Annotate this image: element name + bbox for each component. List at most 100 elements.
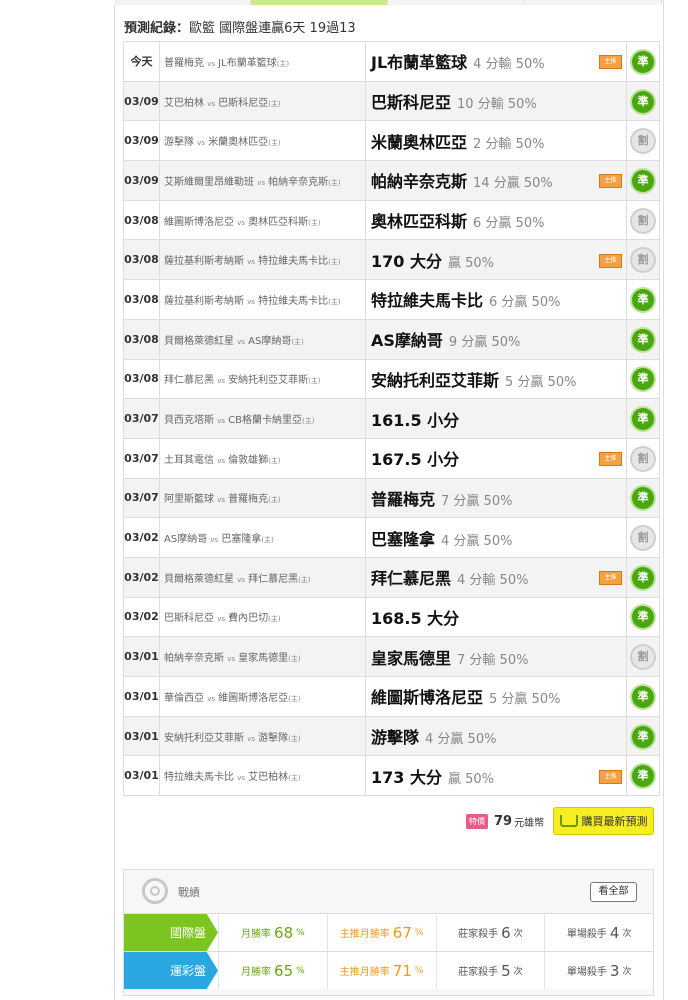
- record-result: 準: [626, 398, 660, 439]
- pick-name: JL布蘭革籃球: [371, 53, 468, 73]
- record-header: 預測紀錄：歐籃 國際盤連贏6天 19過13: [124, 17, 356, 36]
- stat-month-rate: 月勝率 68%: [218, 914, 327, 951]
- home-team: 巴斯科尼亞: [218, 97, 269, 109]
- table-row: 03/07 土耳其電信 vs 倫敦雄獅(主) 167.5 小分 主推割: [123, 437, 660, 479]
- stat-label: 主推月勝率: [339, 929, 390, 940]
- home-team: CB格蘭卡納里亞: [228, 415, 303, 427]
- home-mark: (主): [288, 774, 301, 783]
- record-result: 準: [626, 41, 660, 82]
- win-badge-icon: 準: [632, 685, 654, 708]
- pick-detail: 9 分贏 50%: [448, 335, 521, 351]
- pick-detail: 7 分輸 50%: [457, 652, 529, 668]
- record-match[interactable]: 普羅梅克 vs JL布蘭革籃球(主): [159, 41, 366, 82]
- record-pick: 173 大分贏 50% 主推: [365, 755, 627, 797]
- table-row: 03/07 貝西克塔斯 vs CB格蘭卡納里亞(主) 161.5 小分準: [123, 398, 660, 439]
- record-pick: 168.5 大分: [365, 596, 627, 638]
- record-pick: 巴塞隆拿 4 分贏 50%: [365, 517, 627, 558]
- away-team: 薩拉基利斯考納斯: [164, 256, 244, 268]
- record-result: 準: [626, 279, 660, 320]
- record-match[interactable]: 拜仁慕尼黑 vs 安納托利亞艾菲斯(主): [159, 358, 366, 400]
- record-match[interactable]: 貝爾格萊德紅星 vs AS摩納哥(主): [159, 318, 366, 360]
- see-all-button[interactable]: 看全部: [590, 882, 637, 902]
- record-pick: 米蘭奧林匹亞 2 分輸 50%: [365, 120, 627, 162]
- push-badge-icon: 割: [632, 249, 654, 272]
- record-date: 03/02: [123, 556, 160, 598]
- push-badge-icon: 割: [632, 447, 654, 470]
- table-row: 03/01 華倫西亞 vs 維圖斯博洛尼亞(主) 維圖斯博洛尼亞 5 分贏 50% 準: [123, 676, 660, 717]
- record-match[interactable]: 維圖斯博洛尼亞 vs 奧林匹亞科斯(主): [159, 199, 366, 241]
- record-header-summary: 歐籃 國際盤連贏6天 19過13: [189, 21, 356, 36]
- record-match[interactable]: 阿里斯籃球 vs 普羅梅克(主): [159, 477, 366, 519]
- vs-label: vs: [207, 99, 215, 108]
- record-result: 準: [626, 318, 660, 360]
- record-match[interactable]: 巴斯科尼亞 vs 費內巴切(主): [159, 596, 366, 638]
- record-match[interactable]: 帕納辛奈克斯 vs 皇家馬德里(主): [159, 636, 366, 677]
- record-pick: 安納托利亞艾菲斯 5 分贏 50%: [365, 358, 627, 400]
- record-pick: 奧林匹亞科斯 6 分贏 50%: [365, 199, 627, 241]
- pick-detail: 4 分輸 50%: [473, 57, 545, 73]
- record-match[interactable]: AS摩納哥 vs 巴塞隆拿(主): [159, 517, 366, 558]
- away-team: 拜仁慕尼黑: [164, 375, 214, 387]
- home-team: 費內巴切: [228, 613, 269, 625]
- stats-panel: 戰績 看全部 國際盤 月勝率 68% 主推月勝率 67% 莊家殺手 6 次單場殺手 4 次運彩盤月…: [123, 869, 654, 996]
- stat-unit: %: [414, 965, 424, 976]
- win-badge-icon: 準: [632, 408, 654, 431]
- home-team: 皇家馬德里: [238, 653, 289, 665]
- home-team: 游擊隊: [258, 732, 289, 744]
- stats-row-label: 運彩盤: [124, 952, 218, 989]
- top-tab[interactable]: [114, 0, 251, 5]
- record-match[interactable]: 貝爾格萊德紅星 vs 拜仁慕尼黑(主): [159, 556, 366, 598]
- buy-latest-prediction-button[interactable]: 購買最新預測: [553, 807, 654, 835]
- record-pick: 帕納辛奈克斯 14 分贏 50% 主推: [365, 160, 627, 201]
- home-mark: (主): [268, 139, 281, 148]
- record-pick: 170 大分贏 50% 主推: [365, 239, 627, 281]
- table-row: 今天 普羅梅克 vs JL布蘭革籃球(主) JL布蘭革籃球 4 分輸 50% 主推準: [123, 41, 660, 82]
- top-tab-active[interactable]: [251, 0, 388, 5]
- stat-single-kill: 單場殺手 3 次: [544, 952, 653, 989]
- record-pick: 皇家馬德里 7 分輸 50%: [365, 636, 627, 677]
- record-match[interactable]: 薩拉基利斯考納斯 vs 特拉維夫馬卡比(主): [159, 279, 366, 320]
- record-match[interactable]: 艾斯維爾里昂維勒班 vs 帕納辛奈克斯(主): [159, 160, 366, 201]
- pick-name: 游擊隊: [371, 728, 420, 748]
- pick-detail: 14 分贏 50%: [473, 176, 553, 192]
- record-match[interactable]: 艾巴柏林 vs 巴斯科尼亞(主): [159, 80, 366, 122]
- home-mark: (主): [276, 59, 290, 68]
- vs-label: vs: [217, 496, 225, 505]
- record-match[interactable]: 土耳其電信 vs 倫敦雄獅(主): [159, 437, 366, 479]
- main-pick-tag-icon: 主推: [599, 174, 622, 189]
- record-result: 割: [626, 239, 660, 281]
- pick-name: 米蘭奧林匹亞: [371, 132, 468, 152]
- pick-name: 安納托利亞艾菲斯: [371, 370, 500, 390]
- record-result: 割: [626, 437, 660, 479]
- main-pick-tag-icon: 主推: [599, 452, 622, 467]
- record-date: 03/09: [123, 120, 160, 162]
- home-mark: (主): [268, 456, 281, 465]
- away-team: 帕納辛奈克斯: [164, 653, 224, 665]
- away-team: 貝爾格萊德紅星: [164, 335, 234, 347]
- stats-title: 戰績: [178, 886, 200, 899]
- pick-name: AS摩納哥: [371, 331, 443, 351]
- home-team: JL布蘭革籃球: [218, 57, 277, 69]
- top-tab[interactable]: [525, 0, 662, 5]
- stat-single-kill: 單場殺手 4 次: [544, 914, 653, 951]
- vs-label: vs: [237, 575, 245, 584]
- record-match[interactable]: 貝西克塔斯 vs CB格蘭卡納里亞(主): [159, 398, 366, 439]
- away-team: 巴斯科尼亞: [164, 613, 214, 625]
- record-pick: 167.5 小分 主推: [365, 437, 627, 479]
- home-mark: (主): [308, 377, 321, 386]
- record-match[interactable]: 薩拉基利斯考納斯 vs 特拉維夫馬卡比(主): [159, 239, 366, 281]
- record-match[interactable]: 游擊隊 vs 米蘭奧林匹亞(主): [159, 120, 366, 162]
- home-mark: (主): [308, 218, 321, 227]
- record-match[interactable]: 安納托利亞艾菲斯 vs 游擊隊(主): [159, 715, 366, 757]
- win-badge-icon: 準: [632, 725, 654, 748]
- record-result: 準: [626, 676, 660, 717]
- stat-main-month-rate: 主推月勝率 67%: [326, 914, 436, 951]
- stat-unit: 次: [513, 929, 523, 939]
- home-mark: (主): [328, 297, 341, 306]
- pick-name: 拜仁慕尼黑: [371, 569, 452, 589]
- top-tab[interactable]: [388, 0, 525, 5]
- main-pick-tag-icon: 主推: [599, 769, 622, 784]
- record-match[interactable]: 華倫西亞 vs 維圖斯博洛尼亞(主): [159, 676, 366, 717]
- record-match[interactable]: 特拉維夫馬卡比 vs 艾巴柏林(主): [159, 755, 366, 797]
- record-date: 03/01: [123, 715, 160, 757]
